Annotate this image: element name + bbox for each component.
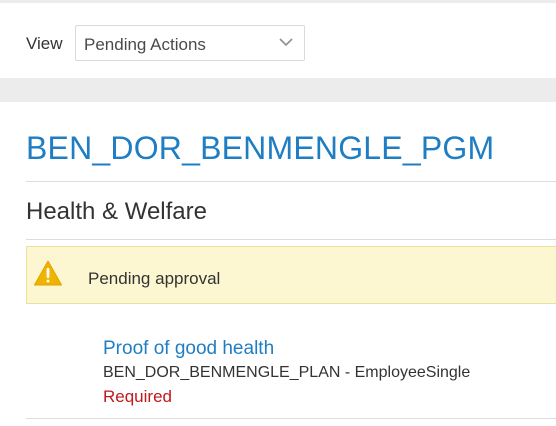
section-gap [0, 78, 556, 102]
view-filter-bar: View Pending Actions [0, 3, 556, 78]
section-title: Health & Welfare [26, 198, 207, 225]
pending-alert: Pending approval [26, 246, 556, 304]
task-plan: BEN_DOR_BENMENGLE_PLAN - EmployeeSingle [103, 364, 471, 381]
view-select-value: Pending Actions [84, 35, 206, 54]
divider [26, 181, 556, 182]
divider [26, 239, 556, 240]
benefits-card: BEN_DOR_BENMENGLE_PGM Health & Welfare P… [0, 102, 556, 426]
warning-icon [34, 260, 62, 286]
view-select[interactable]: Pending Actions [75, 25, 305, 61]
divider [26, 418, 556, 419]
task-status: Required [103, 387, 172, 406]
view-label: View [26, 34, 63, 53]
proof-of-good-health-link[interactable]: Proof of good health [103, 338, 274, 360]
chevron-down-icon [279, 38, 293, 47]
alert-message: Pending approval [88, 269, 221, 288]
program-title: BEN_DOR_BENMENGLE_PGM [26, 130, 495, 166]
